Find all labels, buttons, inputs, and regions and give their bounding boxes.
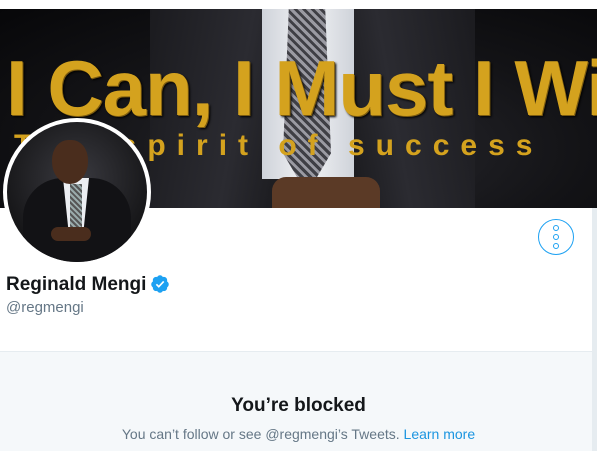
profile-name: Reginald Mengi [6, 273, 147, 295]
learn-more-link[interactable]: Learn more [404, 426, 476, 442]
blocked-message: You can’t follow or see @regmengi’s Twee… [121, 426, 400, 442]
more-options-button[interactable] [538, 219, 574, 255]
avatar-head [52, 140, 88, 184]
banner-hands [272, 177, 380, 208]
right-edge-divider [592, 208, 597, 451]
top-bar [0, 0, 597, 9]
avatar[interactable] [3, 118, 151, 266]
more-options-icon [553, 225, 559, 249]
blocked-title: You’re blocked [231, 395, 366, 416]
avatar-tie [70, 184, 82, 232]
profile-handle: @regmengi [6, 299, 84, 316]
verified-badge-icon [151, 275, 170, 293]
banner-headline: I Can, I Must I Will [6, 44, 597, 132]
profile-name-row: Reginald Mengi [6, 274, 170, 294]
blocked-message-row: You can’t follow or see @regmengi’s Twee… [0, 427, 597, 441]
avatar-hands [51, 227, 91, 241]
